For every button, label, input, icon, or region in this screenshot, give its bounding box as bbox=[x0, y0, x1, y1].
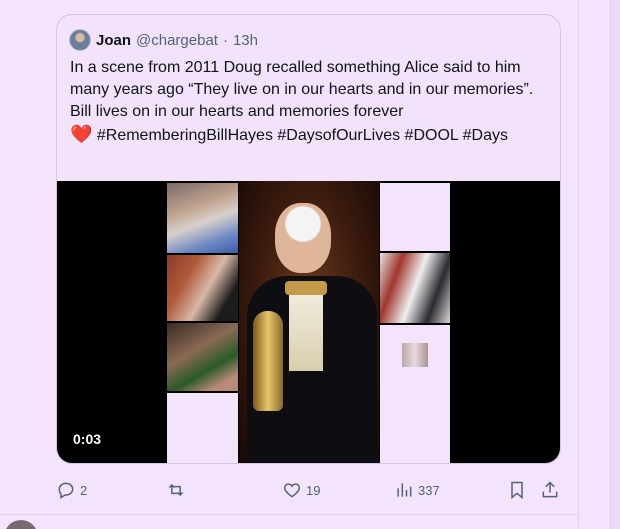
right-sidebar-edge bbox=[610, 0, 620, 529]
like-button[interactable]: 19 bbox=[282, 478, 320, 502]
view-count: 337 bbox=[418, 482, 440, 498]
reply-icon bbox=[58, 482, 74, 499]
face-shape bbox=[275, 203, 331, 273]
bowtie-shape bbox=[285, 281, 327, 295]
post-time[interactable]: 13h bbox=[233, 32, 258, 49]
post-hashtags[interactable]: #RememberingBillHayes #DaysofOurLives #D… bbox=[97, 127, 508, 144]
author-handle[interactable]: @chargebat bbox=[136, 32, 218, 49]
share-icon bbox=[542, 481, 558, 498]
avatar[interactable] bbox=[69, 29, 91, 51]
small-thumbnail bbox=[402, 343, 428, 367]
collage-left-column bbox=[167, 181, 239, 463]
collage-photo-couple bbox=[167, 183, 238, 253]
post-actions-bar: 2 19 337 bbox=[56, 478, 566, 502]
next-post-avatar[interactable] bbox=[4, 520, 38, 529]
bookmark-icon bbox=[511, 481, 523, 500]
heart-emoji-icon: ❤️ bbox=[70, 124, 93, 144]
author-name[interactable]: Joan bbox=[96, 32, 131, 49]
collage-photo-man-pointing bbox=[167, 255, 238, 321]
share-button[interactable] bbox=[540, 478, 560, 502]
reply-count: 2 bbox=[80, 482, 88, 498]
collage-right-column bbox=[379, 181, 451, 463]
quoted-post-card[interactable]: Joan @chargebat · 13h In a scene from 20… bbox=[56, 14, 561, 464]
emmy-trophy-icon bbox=[253, 311, 283, 411]
quoted-post-header: Joan @chargebat · 13h bbox=[69, 29, 258, 51]
video-player[interactable]: 0:03 bbox=[57, 181, 560, 463]
collage-blank-panel-top bbox=[380, 183, 450, 251]
analytics-icon bbox=[397, 483, 412, 497]
post-text-main: In a scene from 2011 Doug recalled somet… bbox=[70, 59, 534, 120]
collage-photo-couple-formal bbox=[380, 253, 450, 323]
separator-dot: · bbox=[222, 31, 228, 49]
collage-photo-couple-young bbox=[167, 323, 238, 391]
like-count: 19 bbox=[306, 482, 321, 498]
collage-blank-panel bbox=[167, 393, 238, 463]
feed-divider bbox=[578, 0, 579, 529]
main-photo-emmy bbox=[239, 181, 379, 463]
repost-icon bbox=[168, 483, 184, 497]
bookmark-button[interactable] bbox=[507, 478, 527, 502]
collage-blank-panel-bottom bbox=[380, 325, 450, 463]
repost-button[interactable] bbox=[166, 478, 190, 502]
post-divider bbox=[0, 514, 578, 515]
heart-icon bbox=[283, 483, 301, 498]
reply-button[interactable]: 2 bbox=[56, 478, 87, 502]
quoted-post-text: In a scene from 2011 Doug recalled somet… bbox=[70, 57, 548, 147]
video-timestamp: 0:03 bbox=[73, 431, 102, 447]
views-button[interactable]: 337 bbox=[394, 478, 440, 502]
